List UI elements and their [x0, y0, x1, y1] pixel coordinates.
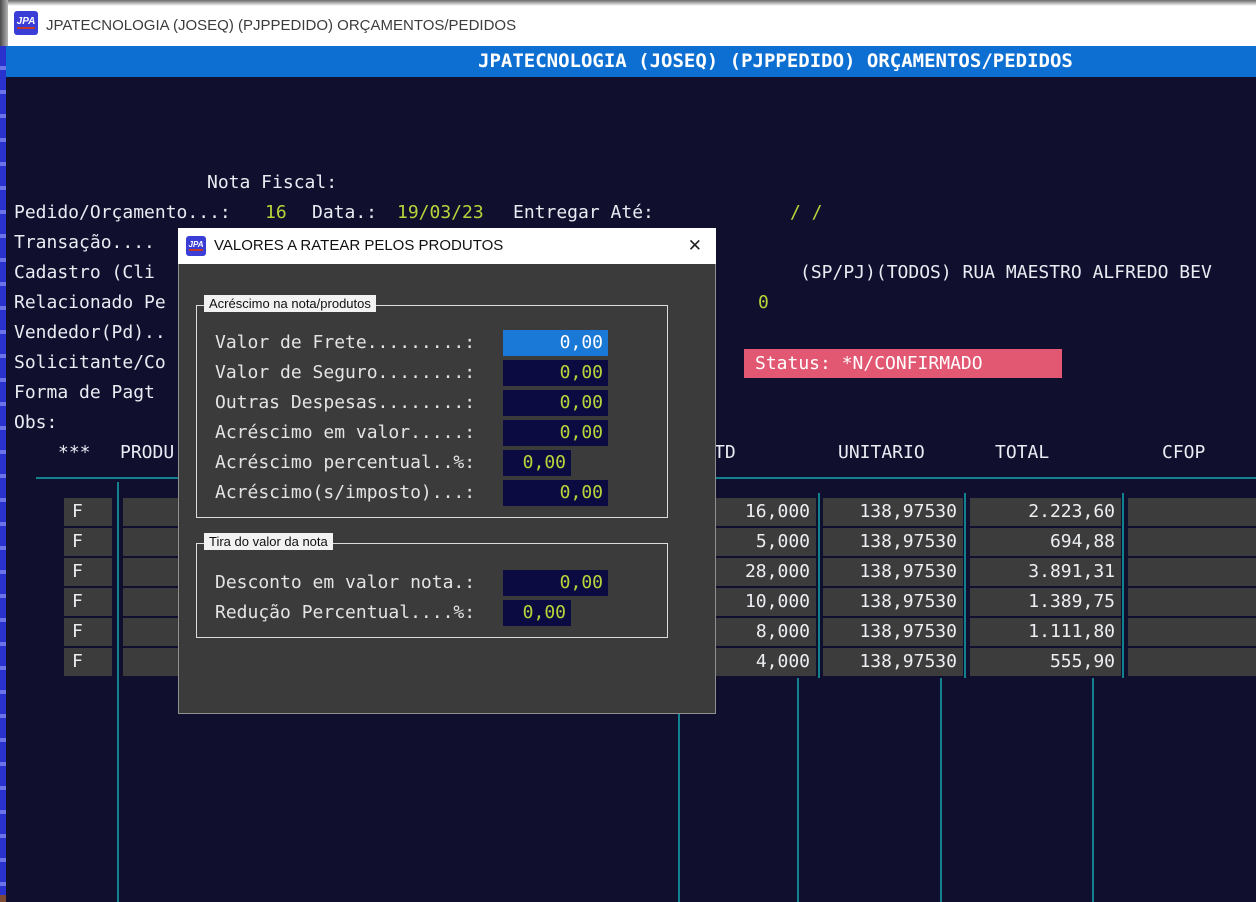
- window-edge: [0, 0, 8, 46]
- cell-unitario: 138,97530: [823, 528, 963, 556]
- cell-unitario: 138,97530: [823, 498, 963, 526]
- background-window-strip: [0, 46, 6, 902]
- transacao-label: Transação....: [14, 229, 155, 257]
- field-label: Acréscimo percentual..%:: [215, 450, 475, 476]
- dialog-field-row: Outras Despesas........: 0,00: [178, 390, 716, 416]
- col-header-qtd: TD: [714, 439, 736, 467]
- app-header-title: JPATECNOLOGIA (JOSEQ) (PJPPEDIDO) ORÇAME…: [478, 46, 1073, 77]
- col-header-cfop: CFOP: [1162, 439, 1205, 467]
- screen: JPA JPATECNOLOGIA (JOSEQ) (PJPPEDIDO) OR…: [0, 0, 1256, 902]
- relacionado-label: Relacionado Pe: [14, 289, 166, 317]
- field-label: Outras Despesas........:: [215, 390, 475, 416]
- pedido-value[interactable]: 16: [265, 199, 287, 227]
- cell-flag: F: [64, 528, 112, 556]
- close-icon[interactable]: ✕: [688, 228, 702, 264]
- field-input[interactable]: 0,00: [503, 420, 608, 446]
- dialog-field-row: Desconto em valor nota.: 0,00: [178, 570, 716, 596]
- nota-fiscal-label: Nota Fiscal:: [207, 169, 337, 197]
- field-input[interactable]: 0,00: [503, 450, 571, 476]
- dialog-titlebar[interactable]: JPA VALORES A RATEAR PELOS PRODUTOS ✕: [178, 228, 716, 264]
- dialog-field-row: Redução Percentual....%: 0,00: [178, 600, 716, 626]
- cell-total: 1.389,75: [970, 588, 1121, 616]
- relacionado-value[interactable]: 0: [758, 289, 769, 317]
- stars-marker: ***: [58, 439, 91, 467]
- col-header-produto: PRODU: [120, 439, 174, 467]
- field-label: Valor de Seguro........:: [215, 360, 475, 386]
- data-value[interactable]: 19/03/23: [397, 199, 484, 227]
- data-label: Data.:: [312, 199, 377, 227]
- obs-label: Obs:: [14, 409, 57, 437]
- field-input[interactable]: 0,00: [503, 330, 608, 356]
- group-acrescimo-title: Acréscimo na nota/produtos: [204, 295, 376, 312]
- field-input[interactable]: 0,00: [503, 360, 608, 386]
- cell-cfop: [1128, 498, 1256, 526]
- cell-cfop: [1128, 618, 1256, 646]
- cell-cfop: [1128, 528, 1256, 556]
- grid-line: [1092, 678, 1094, 902]
- cell-unitario: 138,97530: [823, 618, 963, 646]
- field-input[interactable]: 0,00: [503, 390, 608, 416]
- jpa-logo-icon: JPA: [14, 11, 38, 35]
- cadastro-label: Cadastro (Cli: [14, 259, 155, 287]
- cell-total: 555,90: [970, 648, 1121, 676]
- cell-total: 1.111,80: [970, 618, 1121, 646]
- field-label: Valor de Frete.........:: [215, 330, 475, 356]
- grid-line: [940, 678, 942, 902]
- cell-flag: F: [64, 588, 112, 616]
- field-label: Redução Percentual....%:: [215, 600, 475, 626]
- col-header-unitario: UNITARIO: [838, 439, 925, 467]
- status-badge: Status: *N/CONFIRMADO: [744, 349, 1062, 378]
- cell-flag: F: [64, 618, 112, 646]
- dialog-title: VALORES A RATEAR PELOS PRODUTOS: [214, 228, 503, 264]
- field-input[interactable]: 0,00: [503, 480, 608, 506]
- cell-cfop: [1128, 588, 1256, 616]
- cell-unitario: 138,97530: [823, 648, 963, 676]
- cell-unitario: 138,97530: [823, 588, 963, 616]
- dialog-field-row: Acréscimo em valor.....: 0,00: [178, 420, 716, 446]
- dialog-field-row: Valor de Frete.........: 0,00: [178, 330, 716, 356]
- grid-line: [797, 678, 799, 902]
- jpa-logo-icon: JPA: [186, 236, 206, 256]
- cell-total: 694,88: [970, 528, 1121, 556]
- field-label: Acréscimo(s/imposto)...:: [215, 480, 475, 506]
- entregar-value[interactable]: / /: [790, 199, 823, 227]
- dialog-field-row: Acréscimo percentual..%: 0,00: [178, 450, 716, 476]
- forma-pagto-label: Forma de Pagt: [14, 379, 155, 407]
- dialog-field-row: Acréscimo(s/imposto)...: 0,00: [178, 480, 716, 506]
- field-input[interactable]: 0,00: [503, 600, 571, 626]
- pedido-label: Pedido/Orçamento...:: [14, 199, 231, 227]
- field-label: Desconto em valor nota.:: [215, 570, 475, 596]
- cell-total: 2.223,60: [970, 498, 1121, 526]
- cell-unitario: 138,97530: [823, 558, 963, 586]
- cell-cfop: [1128, 558, 1256, 586]
- solicitante-label: Solicitante/Co: [14, 349, 166, 377]
- group-tira-valor-title: Tira do valor da nota: [204, 533, 333, 550]
- dialog-field-row: Valor de Seguro........: 0,00: [178, 360, 716, 386]
- window-titlebar[interactable]: JPA JPATECNOLOGIA (JOSEQ) (PJPPEDIDO) OR…: [0, 0, 1256, 46]
- cell-flag: F: [64, 558, 112, 586]
- rateio-dialog: JPA VALORES A RATEAR PELOS PRODUTOS ✕ Ac…: [178, 228, 716, 714]
- cell-total: 3.891,31: [970, 558, 1121, 586]
- vendedor-label: Vendedor(Pd)..: [14, 319, 166, 347]
- col-header-total: TOTAL: [995, 439, 1049, 467]
- cell-flag: F: [64, 648, 112, 676]
- app-header-bar: JPATECNOLOGIA (JOSEQ) (PJPPEDIDO) ORÇAME…: [0, 46, 1256, 77]
- cell-flag: F: [64, 498, 112, 526]
- field-input[interactable]: 0,00: [503, 570, 608, 596]
- window-title: JPATECNOLOGIA (JOSEQ) (PJPPEDIDO) ORÇAME…: [46, 6, 516, 46]
- cell-cfop: [1128, 648, 1256, 676]
- field-label: Acréscimo em valor.....:: [215, 420, 475, 446]
- cadastro-value: (SP/PJ)(TODOS) RUA MAESTRO ALFREDO BEV: [800, 259, 1212, 287]
- entregar-label: Entregar Até:: [513, 199, 654, 227]
